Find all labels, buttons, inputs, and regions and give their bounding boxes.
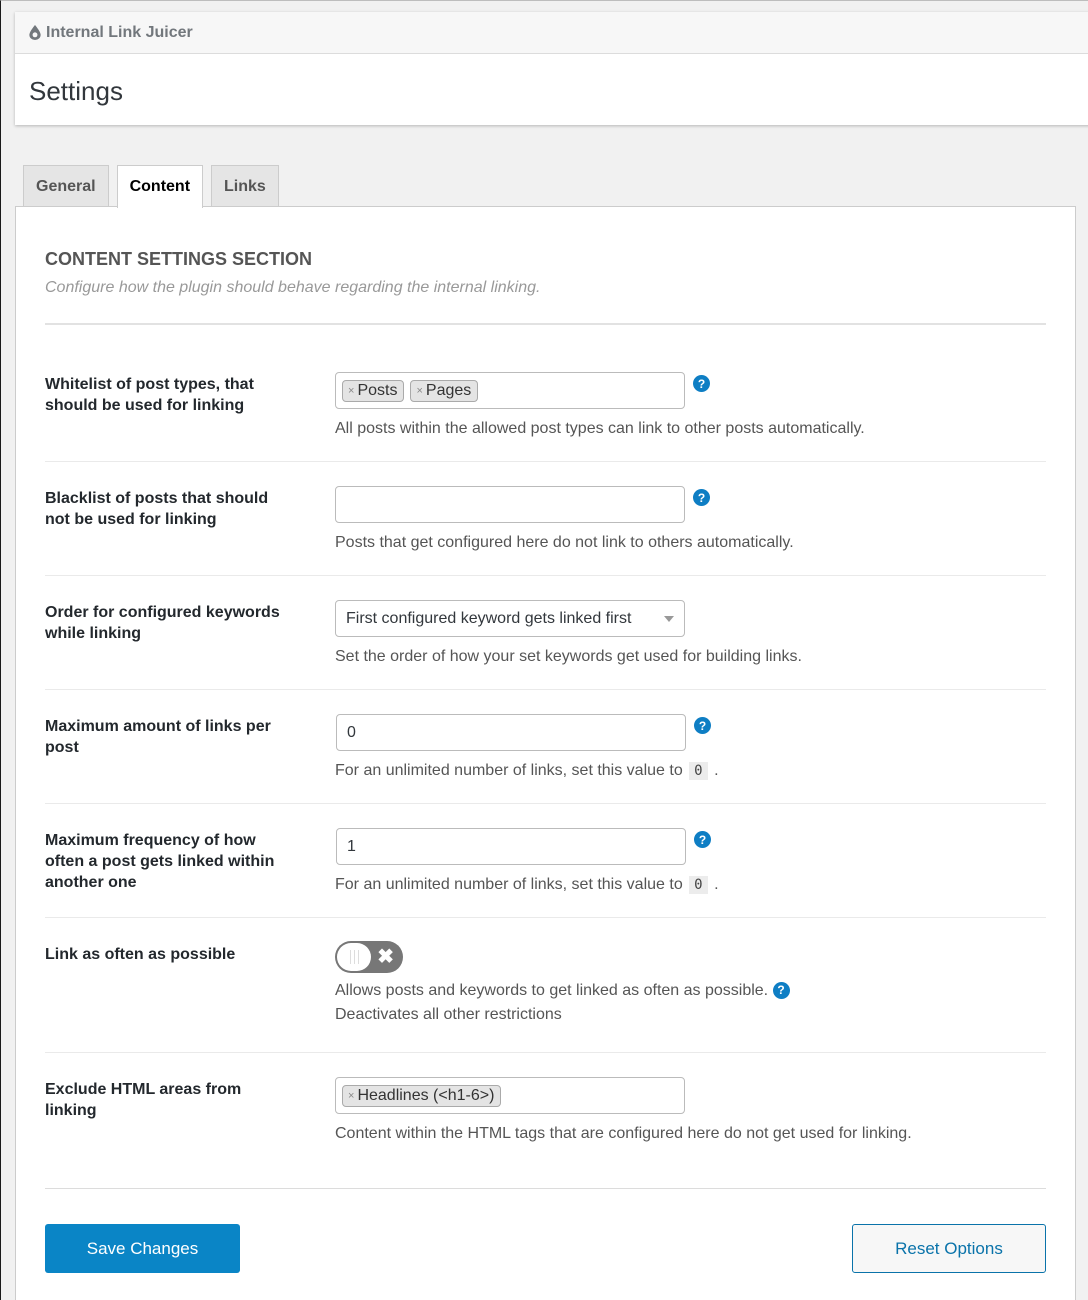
max-links-input[interactable]: 0 (336, 714, 686, 751)
juice-drop-icon (29, 25, 41, 40)
footer-divider (45, 1188, 1046, 1189)
help-icon[interactable]: ? (693, 489, 710, 506)
remove-icon[interactable]: × (416, 385, 422, 397)
reset-options-button[interactable]: Reset Options (852, 1224, 1046, 1273)
close-icon: ✖ (377, 946, 394, 968)
max-links-hint: For an unlimited number of links, set th… (335, 762, 719, 780)
setting-row-max-frequency: Maximum frequency of how often a post ge… (45, 828, 1046, 918)
section-description: Configure how the plugin should behave r… (45, 279, 541, 296)
tab-content[interactable]: Content (116, 165, 204, 208)
settings-panel: CONTENT SETTINGS SECTION Configure how t… (15, 206, 1076, 1300)
link-often-hint: Allows posts and keywords to get linked … (335, 979, 790, 1027)
plugin-bar: Internal Link Juicer (15, 12, 1088, 54)
help-icon[interactable]: ? (694, 717, 711, 734)
blacklist-hint: Posts that get configured here do not li… (335, 534, 794, 551)
link-often-label: Link as often as possible (45, 946, 236, 963)
tag-chip: × Pages (410, 379, 479, 402)
setting-row-link-often: Link as often as possible ✖ Allows posts… (45, 941, 1046, 1053)
setting-row-whitelist: Whitelist of post types, that should be … (45, 372, 1046, 462)
exclude-html-hint: Content within the HTML tags that are co… (335, 1125, 912, 1142)
section-title: CONTENT SETTINGS SECTION (45, 249, 313, 269)
save-changes-button[interactable]: Save Changes (45, 1224, 240, 1273)
code-value: 0 (689, 762, 708, 780)
page-header: Internal Link Juicer Settings (15, 12, 1088, 125)
keyword-order-hint: Set the order of how your set keywords g… (335, 648, 802, 665)
keyword-order-selected: First configured keyword gets linked fir… (346, 609, 632, 627)
tag-chip: × Headlines (<h1-6>) (342, 1084, 502, 1107)
blacklist-label: Blacklist of posts that should not be us… (45, 490, 269, 528)
keyword-order-label: Order for configured keywords while link… (45, 604, 280, 642)
help-icon[interactable]: ? (694, 831, 711, 848)
max-links-label: Maximum amount of links per post (45, 718, 271, 756)
tab-links[interactable]: Links (211, 165, 279, 207)
whitelist-select[interactable]: × Posts × Pages (335, 372, 685, 409)
max-frequency-input[interactable]: 1 (336, 828, 686, 865)
code-value: 0 (689, 876, 708, 894)
setting-row-blacklist: Blacklist of posts that should not be us… (45, 486, 1046, 576)
plugin-name: Internal Link Juicer (46, 23, 193, 41)
settings-tabs: General Content Links (23, 165, 279, 208)
whitelist-label: Whitelist of post types, that should be … (45, 376, 254, 414)
toggle-knob (337, 943, 371, 971)
chevron-down-icon (664, 615, 674, 622)
max-frequency-label: Maximum frequency of how often a post ge… (45, 832, 275, 891)
max-frequency-hint: For an unlimited number of links, set th… (335, 876, 719, 894)
blacklist-input[interactable] (335, 486, 685, 523)
section-divider (45, 323, 1046, 325)
tag-chip: × Posts (342, 379, 405, 402)
tab-general[interactable]: General (23, 165, 109, 207)
remove-icon[interactable]: × (348, 1090, 354, 1102)
whitelist-hint: All posts within the allowed post types … (335, 420, 865, 437)
setting-row-exclude-html: Exclude HTML areas from linking × Headlin… (45, 1077, 1046, 1167)
exclude-html-select[interactable]: × Headlines (<h1-6>) (335, 1077, 685, 1114)
page-title: Settings (29, 76, 123, 106)
help-icon[interactable]: ? (693, 375, 710, 392)
keyword-order-select[interactable]: First configured keyword gets linked fir… (335, 600, 685, 637)
help-icon[interactable]: ? (772, 981, 790, 999)
setting-row-keyword-order: Order for configured keywords while link… (45, 600, 1046, 690)
setting-row-max-links: Maximum amount of links per post 0 ? For… (45, 714, 1046, 804)
remove-icon[interactable]: × (348, 385, 354, 397)
exclude-html-label: Exclude HTML areas from linking (45, 1081, 242, 1119)
link-often-toggle[interactable]: ✖ (335, 941, 403, 973)
